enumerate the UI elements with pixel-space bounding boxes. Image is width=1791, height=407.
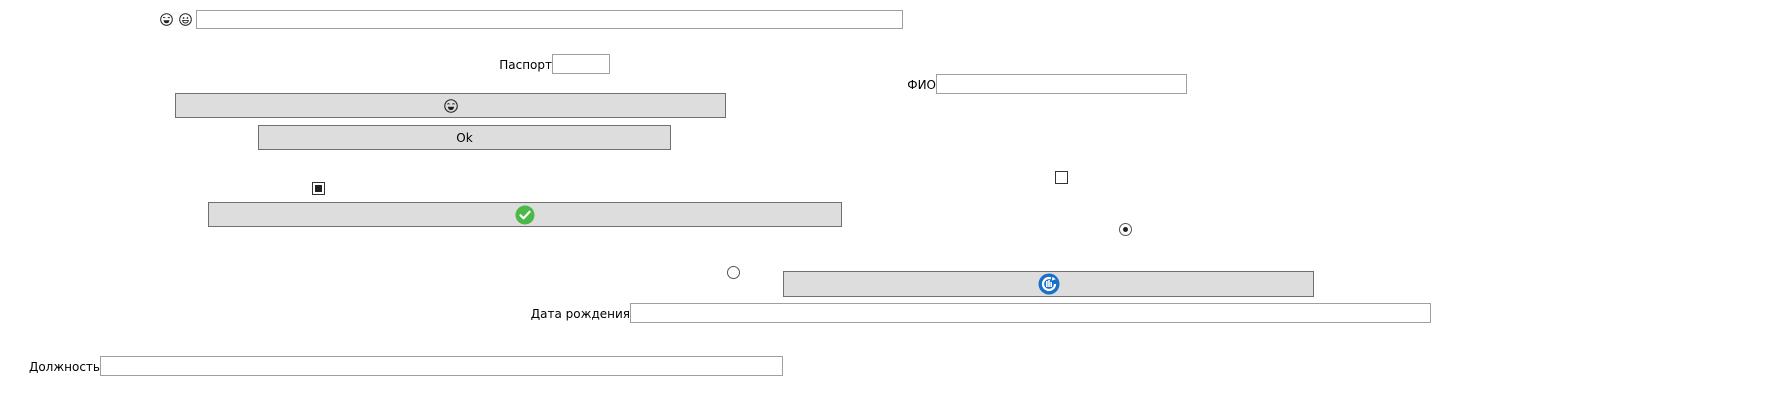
position-field[interactable] xyxy=(100,356,783,376)
left-radio-button[interactable] xyxy=(727,266,740,279)
laughing-face-icon xyxy=(160,13,173,26)
position-label: Должность xyxy=(28,360,100,374)
fio-label: ФИО xyxy=(907,78,936,92)
laughing-face-icon xyxy=(443,98,458,113)
left-checkbox[interactable] xyxy=(312,182,325,195)
refresh-button[interactable] xyxy=(783,271,1314,297)
emoji-button[interactable] xyxy=(175,93,726,118)
blue-refresh-icon xyxy=(1038,273,1059,295)
passport-field[interactable] xyxy=(552,54,610,74)
smiling-face-icon xyxy=(179,13,192,26)
form-window: Паспорт ФИО Ok Дата рождения Должность xyxy=(0,0,1791,407)
ok-button[interactable]: Ok xyxy=(258,125,671,150)
right-checkbox[interactable] xyxy=(1055,171,1068,184)
passport-label: Паспорт xyxy=(499,58,552,72)
top-text-field[interactable] xyxy=(196,10,903,29)
confirm-button[interactable] xyxy=(208,202,842,227)
green-checkmark-icon xyxy=(515,205,535,224)
birth-date-field[interactable] xyxy=(630,303,1431,323)
ok-button-label: Ok xyxy=(456,130,473,145)
birth-date-label: Дата рождения xyxy=(530,307,630,321)
right-radio-button[interactable] xyxy=(1119,223,1132,236)
fio-field[interactable] xyxy=(936,74,1187,94)
